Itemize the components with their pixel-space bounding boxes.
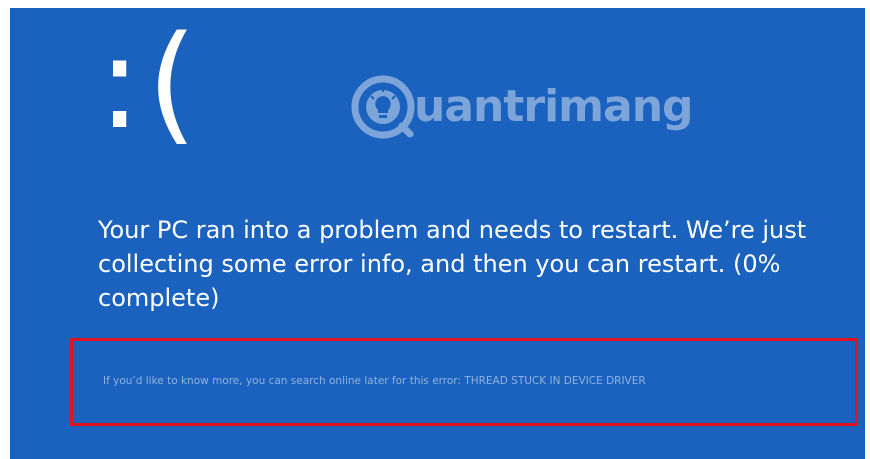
error-info-text: If you’d like to know more, you can sear… — [103, 375, 646, 387]
watermark-text: uantrimang — [414, 81, 694, 132]
lightbulb-logo-icon — [351, 75, 415, 139]
error-message: Your PC ran into a problem and needs to … — [98, 216, 807, 312]
quantrimang-watermark: uantrimang — [350, 62, 694, 152]
error-info-highlight: If you’d like to know more, you can sear… — [70, 338, 858, 426]
sad-face-icon: :( — [98, 9, 204, 158]
bsod-screen: :( uantrimang Your PC ran into a problem… — [10, 8, 865, 459]
